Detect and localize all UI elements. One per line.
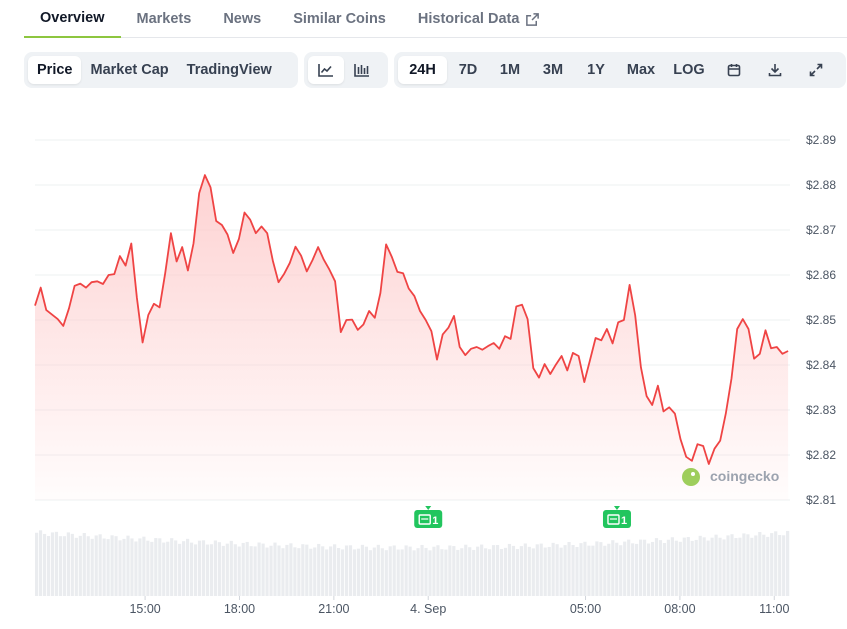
range-7d-button[interactable]: 7D <box>447 56 489 84</box>
tab-news[interactable]: News <box>223 0 261 38</box>
volume-bars <box>35 530 790 596</box>
tab-bar: Overview Markets News Similar Coins Hist… <box>24 0 847 38</box>
price-area <box>35 175 789 500</box>
y-tick-label: $2.84 <box>806 358 836 372</box>
x-tick-label: 11:00 <box>759 602 789 616</box>
range-24h-button[interactable]: 24H <box>398 56 447 84</box>
y-tick-label: $2.88 <box>806 178 836 192</box>
range-1m-button[interactable]: 1M <box>489 56 531 84</box>
metric-toggle: Price Market Cap TradingView <box>24 52 298 88</box>
download-icon[interactable] <box>754 56 795 84</box>
x-tick-label: 18:00 <box>224 602 255 616</box>
market-cap-button[interactable]: Market Cap <box>81 56 177 84</box>
range-1y-button[interactable]: 1Y <box>575 56 617 84</box>
y-tick-label: $2.83 <box>806 403 836 417</box>
range-3m-button[interactable]: 3M <box>531 56 575 84</box>
range-max-button[interactable]: Max <box>617 56 665 84</box>
tradingview-button[interactable]: TradingView <box>178 56 281 84</box>
chart-type-toggle <box>304 52 388 88</box>
range-toggle: 24H 7D 1M 3M 1Y Max LOG <box>394 52 846 88</box>
fullscreen-icon[interactable] <box>795 56 836 84</box>
x-tick-label: 4. Sep <box>410 602 446 616</box>
candlestick-chart-icon[interactable] <box>344 56 380 84</box>
tab-overview[interactable]: Overview <box>24 0 121 38</box>
y-tick-label: $2.81 <box>806 493 836 507</box>
news-event-marker[interactable]: 1 <box>414 506 443 528</box>
calendar-icon[interactable] <box>713 56 754 84</box>
x-tick-label: 21:00 <box>318 602 349 616</box>
price-button[interactable]: Price <box>28 56 82 84</box>
coingecko-watermark: coingecko <box>682 468 779 486</box>
svg-text:coingecko: coingecko <box>710 468 779 484</box>
external-link-icon <box>525 12 540 27</box>
x-tick-label: 08:00 <box>664 602 695 616</box>
svg-text:1: 1 <box>621 515 627 527</box>
x-tick-label: 05:00 <box>570 602 601 616</box>
y-tick-label: $2.89 <box>806 133 836 147</box>
y-tick-label: $2.82 <box>806 448 836 462</box>
x-tick-label: 15:00 <box>129 602 160 616</box>
tab-historical-data[interactable]: Historical Data <box>418 0 541 38</box>
y-tick-label: $2.86 <box>806 268 836 282</box>
y-tick-label: $2.85 <box>806 313 836 327</box>
tab-similar-coins[interactable]: Similar Coins <box>293 0 386 38</box>
line-chart-icon[interactable] <box>308 56 344 84</box>
y-tick-label: $2.87 <box>806 223 836 237</box>
news-event-marker[interactable]: 1 <box>602 506 631 528</box>
price-chart[interactable]: $2.89 $2.88 $2.87 $2.86 $2.85 $2.84 $2.83 $2.82… <box>0 100 847 629</box>
svg-text:1: 1 <box>432 515 438 527</box>
log-scale-button[interactable]: LOG <box>665 56 713 84</box>
tab-markets[interactable]: Markets <box>137 0 192 38</box>
